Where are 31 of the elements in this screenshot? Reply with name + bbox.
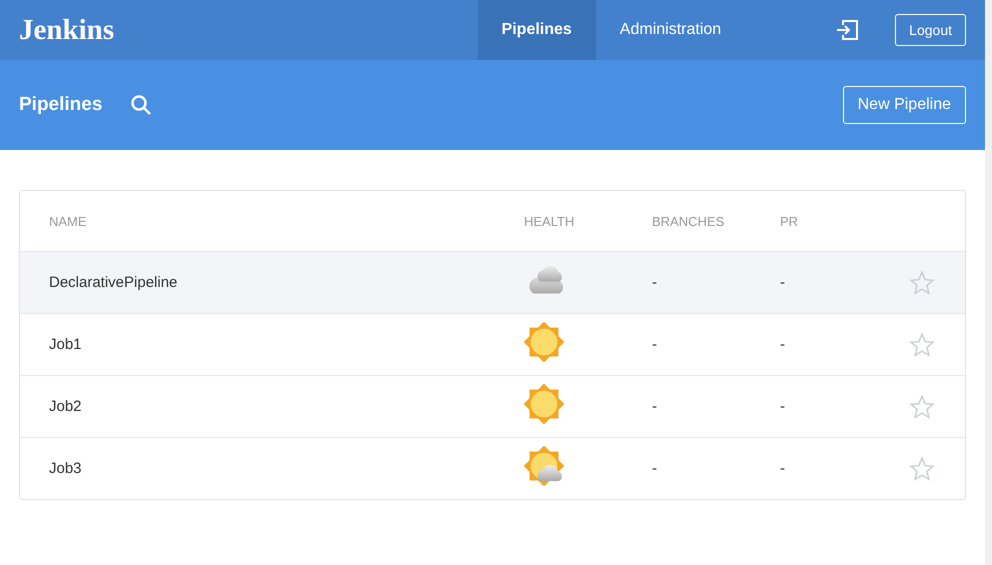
- table-cell-text: -: [652, 460, 658, 477]
- pipeline-row[interactable]: Job2 - -: [20, 375, 965, 437]
- pipeline-row[interactable]: Job1 - -: [20, 313, 965, 375]
- nav-tab[interactable]: Pipelines: [478, 0, 596, 60]
- star-icon[interactable]: [909, 270, 935, 296]
- logout-button[interactable]: Logout: [895, 14, 966, 46]
- pipeline-name[interactable]: Job2: [49, 398, 524, 415]
- page-title: Pipelines: [19, 94, 102, 116]
- column-header: HEALTH: [524, 214, 576, 228]
- table-cell-text: -: [780, 336, 786, 353]
- column-header: NAME: [49, 214, 88, 228]
- nav-tab[interactable]: Administration: [596, 0, 746, 60]
- search-icon[interactable]: [130, 94, 152, 116]
- table-cell-text: -: [652, 336, 658, 353]
- pipeline-row[interactable]: DeclarativePipeline - -: [20, 251, 965, 313]
- table-cell-text: -: [780, 274, 786, 291]
- table-cell-text: -: [652, 398, 658, 415]
- column-header: PR: [780, 214, 800, 228]
- login-icon[interactable]: [835, 19, 860, 41]
- pipeline-name[interactable]: DeclarativePipeline: [49, 274, 524, 291]
- table-cell-text: -: [780, 398, 786, 415]
- star-icon[interactable]: [909, 456, 935, 482]
- pipeline-row[interactable]: Job3 - -: [20, 437, 965, 499]
- table-cell-text: -: [652, 274, 658, 291]
- pipeline-name[interactable]: Job1: [49, 336, 524, 353]
- star-icon[interactable]: [909, 394, 935, 420]
- logo[interactable]: Jenkins: [0, 14, 478, 46]
- star-icon[interactable]: [909, 332, 935, 358]
- column-header: BRANCHES: [652, 214, 726, 228]
- pipeline-name[interactable]: Job3: [49, 460, 524, 477]
- table-cell-text: -: [780, 460, 786, 477]
